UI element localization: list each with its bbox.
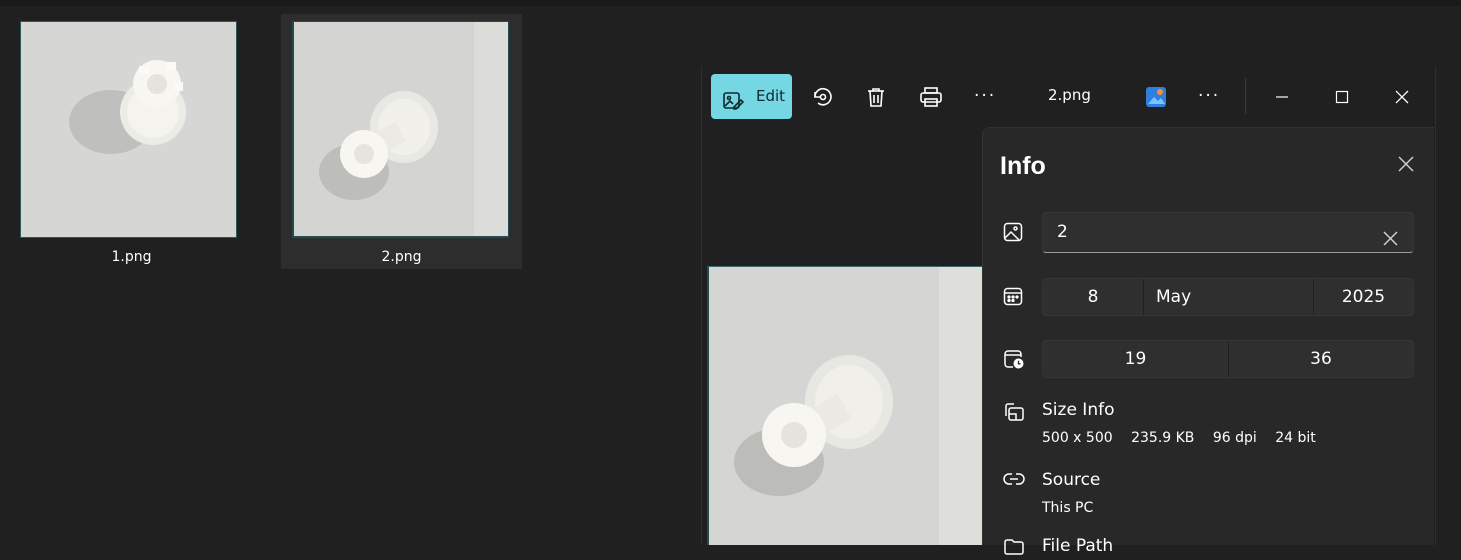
folder-icon [1003, 538, 1025, 560]
print-icon[interactable] [918, 84, 944, 110]
size-info-icon [1003, 402, 1025, 426]
file-name-label: 1.png [111, 249, 152, 265]
info-title: Info [1000, 152, 1046, 180]
top-strip [0, 0, 1461, 6]
calendar-clock-icon [1003, 348, 1025, 374]
info-panel: Info 2 8 May 2025 19 36 Size Info 500 x … [982, 127, 1434, 556]
file-name-input[interactable]: 2 [1042, 212, 1414, 253]
date-day[interactable]: 8 [1043, 279, 1143, 315]
link-icon [1003, 471, 1025, 491]
window-title: 2.png [1048, 86, 1091, 104]
time-picker[interactable]: 19 36 [1042, 340, 1414, 378]
thumbnail-image [292, 21, 509, 238]
size-info-values: 500 x 500 235.9 KB 96 dpi 24 bit [1042, 430, 1330, 446]
file-item-1[interactable]: 1.png [11, 14, 252, 269]
close-info-icon[interactable] [1397, 155, 1415, 177]
file-item-2[interactable]: 2.png [281, 14, 522, 269]
rotate-icon[interactable] [809, 84, 835, 110]
photos-window: Edit ··· 2.png ··· Info 2 8 May 2025 19 … [701, 66, 1436, 556]
edit-button[interactable]: Edit [711, 74, 792, 119]
toolbar-divider [1245, 78, 1246, 114]
file-name-label: 2.png [381, 249, 422, 265]
size-info-title: Size Info [1042, 400, 1115, 420]
source-value: This PC [1042, 500, 1094, 516]
source-title: Source [1042, 470, 1101, 490]
file-size: 235.9 KB [1131, 430, 1195, 446]
file-path-title: File Path [1042, 536, 1114, 556]
toolbar: Edit ··· 2.png ··· [702, 66, 1435, 126]
more-options-icon[interactable]: ··· [974, 86, 996, 106]
image-icon [1003, 222, 1023, 246]
delete-icon[interactable] [863, 84, 889, 110]
edit-image-icon [722, 85, 745, 130]
date-month[interactable]: May [1143, 279, 1313, 315]
minimize-icon[interactable] [1269, 84, 1295, 110]
date-year[interactable]: 2025 [1313, 279, 1413, 315]
maximize-icon[interactable] [1329, 84, 1355, 110]
image-dpi: 96 dpi [1212, 430, 1257, 446]
bit-depth: 24 bit [1275, 430, 1316, 446]
file-name-value: 2 [1057, 222, 1068, 242]
thumbnail-image [20, 21, 237, 238]
time-hour[interactable]: 19 [1043, 341, 1228, 377]
edit-label: Edit [756, 87, 786, 105]
close-icon[interactable] [1389, 84, 1415, 110]
photos-app-icon[interactable] [1143, 84, 1169, 110]
more-options-icon[interactable]: ··· [1198, 86, 1220, 106]
time-minute[interactable]: 36 [1228, 341, 1413, 377]
image-dimensions: 500 x 500 [1042, 430, 1113, 446]
calendar-icon [1003, 286, 1023, 310]
date-picker[interactable]: 8 May 2025 [1042, 278, 1414, 316]
clear-icon[interactable] [1382, 223, 1399, 261]
viewer-image [707, 266, 982, 545]
